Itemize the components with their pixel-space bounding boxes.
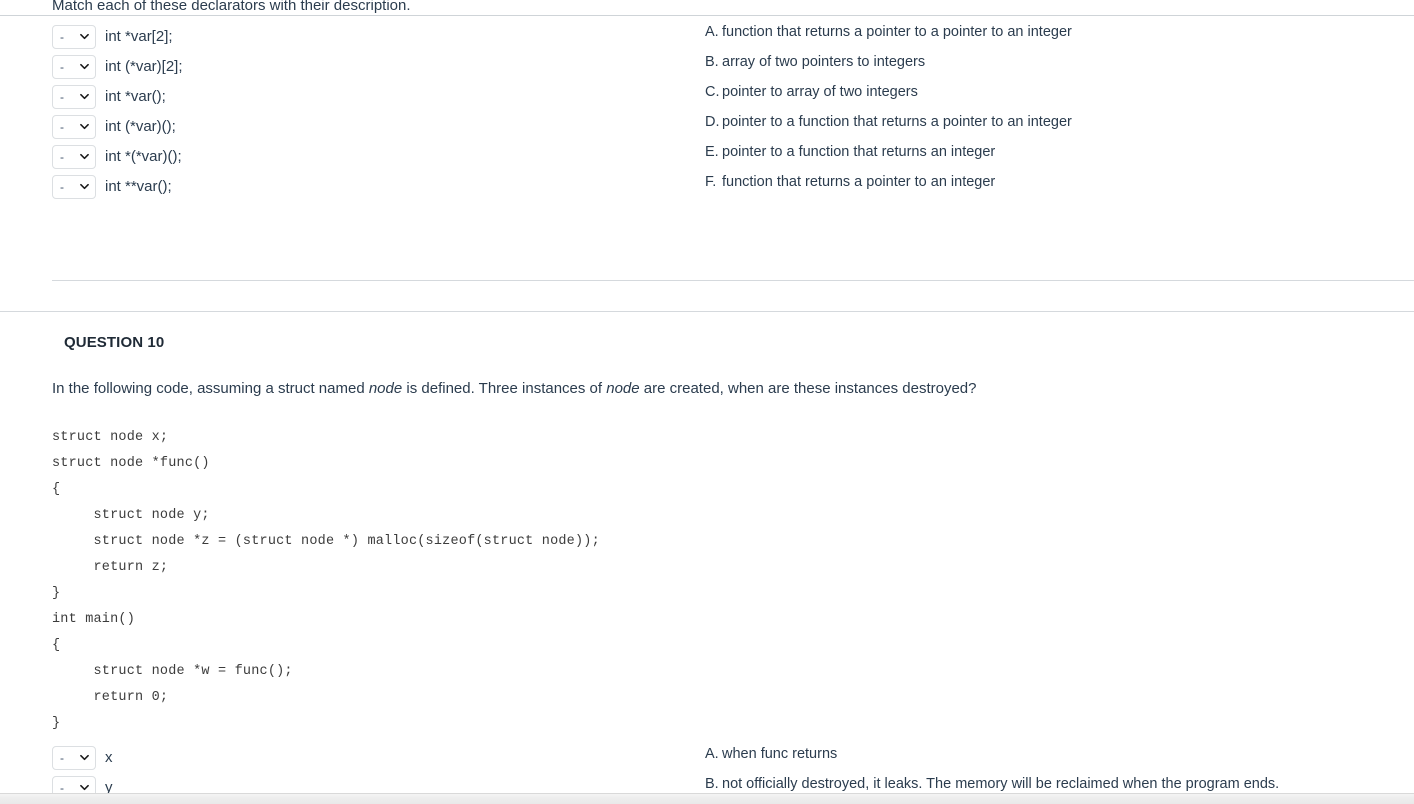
chevron-down-icon xyxy=(80,122,89,131)
match-select-4[interactable]: - xyxy=(52,115,96,139)
question10-select-1[interactable]: - xyxy=(52,746,96,770)
match-select-4-value: - xyxy=(60,120,64,134)
chevron-down-icon xyxy=(80,62,89,71)
match-stem-row-4: - int (*var)(); xyxy=(52,112,672,142)
match-select-6-value: - xyxy=(60,180,64,194)
match-option-d: D. pointer to a function that returns a … xyxy=(705,112,1365,142)
match-stem-row-5: - int *(*var)(); xyxy=(52,142,672,172)
chevron-down-icon xyxy=(80,182,89,191)
chevron-down-icon xyxy=(80,152,89,161)
question10-option-b-text: not officially destroyed, it leaks. The … xyxy=(722,776,1280,792)
match-select-3-value: - xyxy=(60,90,64,104)
match-stem-row-1: - int *var[2]; xyxy=(52,22,672,52)
chevron-down-icon xyxy=(80,92,89,101)
match-option-d-text: pointer to a function that returns a poi… xyxy=(722,114,1072,130)
match-question-block: Match each of these declarators with the… xyxy=(0,0,1414,16)
question10-code-sample: struct node x; struct node *func() { str… xyxy=(52,430,600,731)
match-option-b-letter: B. xyxy=(705,54,719,70)
match-select-5-value: - xyxy=(60,150,64,164)
match-option-a-letter: A. xyxy=(705,24,719,40)
match-stem-text-3: int *var(); xyxy=(105,88,166,105)
match-option-f-letter: F. xyxy=(705,174,717,190)
match-option-c-text: pointer to array of two integers xyxy=(722,84,918,100)
match-stem-text-4: int (*var)(); xyxy=(105,118,176,135)
match-option-b-text: array of two pointers to integers xyxy=(722,54,926,70)
sticky-footer-bar xyxy=(0,793,1414,804)
match-select-5[interactable]: - xyxy=(52,145,96,169)
match-stem-text-5: int *(*var)(); xyxy=(105,148,182,165)
question10-select-1-value: - xyxy=(60,751,64,765)
question10-prompt-part1: In the following code, assuming a struct… xyxy=(52,380,369,397)
match-option-d-letter: D. xyxy=(705,114,720,130)
match-stem-row-3: - int *var(); xyxy=(52,82,672,112)
question10-prompt: In the following code, assuming a struct… xyxy=(52,355,1394,399)
question10-block: QUESTION 10 In the following code, assum… xyxy=(0,312,1414,399)
question10-option-b-letter: B. xyxy=(705,776,719,792)
match-option-a: A. function that returns a pointer to a … xyxy=(705,22,1365,52)
match-select-1-value: - xyxy=(60,30,64,44)
question10-prompt-part3: are created, when are these instances de… xyxy=(639,380,977,397)
question10-stem-text-1: x xyxy=(105,749,113,766)
match-option-e-letter: E. xyxy=(705,144,719,160)
question10-option-a: A. when func returns xyxy=(705,743,1385,765)
question10-option-b: B. not officially destroyed, it leaks. T… xyxy=(705,773,1385,795)
match-option-f-text: function that returns a pointer to an in… xyxy=(722,174,996,190)
exam-page: Match each of these declarators with the… xyxy=(0,0,1414,804)
question10-prompt-em2: node xyxy=(606,380,640,397)
question10-option-a-letter: A. xyxy=(705,746,719,762)
match-select-3[interactable]: - xyxy=(52,85,96,109)
match-select-2-value: - xyxy=(60,60,64,74)
match-stem-row-2: - int (*var)[2]; xyxy=(52,52,672,82)
match-option-a-text: function that returns a pointer to a poi… xyxy=(722,24,1072,40)
chevron-down-icon xyxy=(80,783,89,792)
match-question-prompt: Match each of these declarators with the… xyxy=(52,0,411,14)
match-stem-text-6: int **var(); xyxy=(105,178,172,195)
match-stem-text-2: int (*var)[2]; xyxy=(105,58,183,75)
question10-option-a-text: when func returns xyxy=(722,746,838,762)
match-select-6[interactable]: - xyxy=(52,175,96,199)
chevron-down-icon xyxy=(80,753,89,762)
match-option-e-text: pointer to a function that returns an in… xyxy=(722,144,996,160)
match-stem-text-1: int *var[2]; xyxy=(105,28,173,45)
question10-stem-row-1: - x xyxy=(52,743,652,773)
question-separator-short xyxy=(52,280,1414,281)
match-select-1[interactable]: - xyxy=(52,25,96,49)
match-stem-column: - int *var[2]; - int (*var)[2]; - int *v… xyxy=(52,22,672,202)
match-option-c-letter: C. xyxy=(705,84,720,100)
match-option-c: C. pointer to array of two integers xyxy=(705,82,1365,112)
page-viewport: Match each of these declarators with the… xyxy=(0,0,1414,804)
question10-header: QUESTION 10 xyxy=(64,334,165,351)
match-option-b: B. array of two pointers to integers xyxy=(705,52,1365,82)
match-question-grid: - int *var[2]; - int (*var)[2]; - int *v… xyxy=(0,22,1414,222)
match-option-e: E. pointer to a function that returns an… xyxy=(705,142,1365,172)
match-option-column: A. function that returns a pointer to a … xyxy=(705,22,1365,202)
match-stem-row-6: - int **var(); xyxy=(52,172,672,202)
question10-prompt-em1: node xyxy=(368,380,403,397)
match-option-f: F. function that returns a pointer to an… xyxy=(705,172,1365,202)
chevron-down-icon xyxy=(80,32,89,41)
match-select-2[interactable]: - xyxy=(52,55,96,79)
question10-prompt-part2: is defined. Three instances of xyxy=(402,380,607,397)
